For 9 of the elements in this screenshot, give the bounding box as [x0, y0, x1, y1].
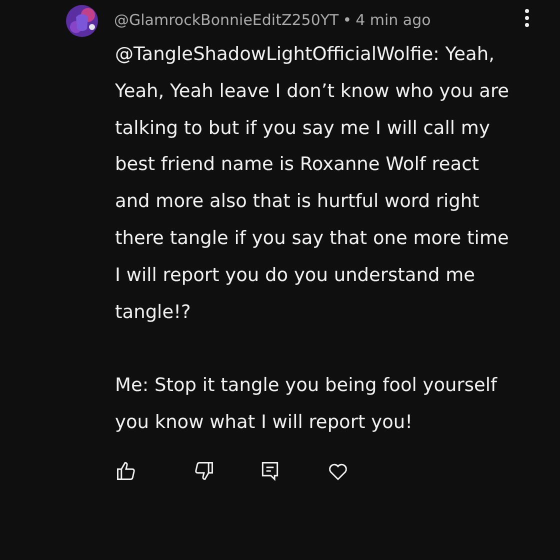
dislike-icon[interactable] — [193, 460, 215, 482]
comment-text: Me: Stop it tangle you being fool yourself you know what I will report you! — [115, 374, 498, 435]
like-icon[interactable] — [115, 460, 137, 482]
username[interactable]: @GlamrockBonnieEditZ250YT — [114, 4, 339, 36]
more-options-icon[interactable] — [524, 8, 530, 28]
comment-text: @TangleShadowLightOfficialWolfie: Yeah, Yeah, Yeah leave I don’t know who you are talking to but if you say me I will call my best friend name is Roxanne Wolf react and more also that is hurtful word right there tangle if you say that one more time I will report you do you understand me tangle!? — [115, 43, 510, 325]
timestamp: 4 min ago — [356, 10, 431, 31]
separator: • — [342, 10, 352, 31]
reply-icon[interactable] — [259, 460, 281, 482]
